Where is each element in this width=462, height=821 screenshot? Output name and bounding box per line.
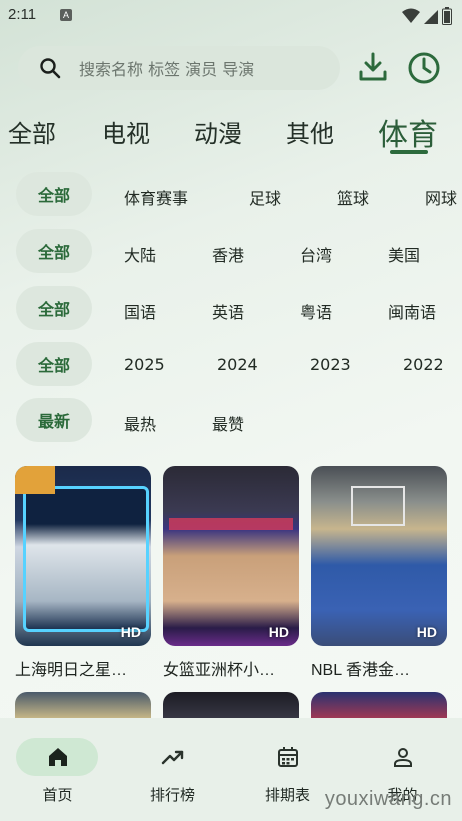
filter-option[interactable]: 美国	[388, 242, 420, 266]
signal-icon	[424, 10, 438, 24]
system-icons	[402, 7, 452, 25]
filter-row-region: 全部 大陆 香港 台湾 美国	[0, 229, 462, 275]
filter-chip-selected[interactable]: 全部	[16, 172, 92, 216]
search-placeholder: 搜索名称 标签 演员 导演	[79, 60, 255, 79]
status-bar: 2:11 A	[0, 0, 462, 32]
tab-sports[interactable]: 体育	[378, 110, 438, 154]
hd-badge: HD	[120, 624, 141, 640]
download-icon[interactable]	[356, 50, 390, 84]
filter-row-sort: 最新 最热 最赞	[0, 398, 462, 444]
filter-chip-selected[interactable]: 全部	[16, 286, 92, 330]
history-icon[interactable]	[406, 50, 442, 86]
filter-row-language: 全部 国语 英语 粤语 闽南语	[0, 286, 462, 332]
video-title: NBL 香港金…	[311, 662, 410, 679]
video-thumbnail: HD	[15, 466, 151, 646]
video-thumbnail: HD	[163, 466, 299, 646]
trending-icon	[161, 750, 184, 765]
home-icon	[49, 748, 67, 766]
filter-option[interactable]: 足球	[249, 185, 281, 209]
tab-tv[interactable]: 电视	[102, 114, 150, 149]
filter-option[interactable]: 英语	[212, 299, 244, 323]
filter-option[interactable]: 台湾	[300, 242, 332, 266]
filter-option[interactable]: 2025	[124, 355, 165, 374]
nav-home[interactable]: 首页	[0, 718, 115, 821]
video-title: 上海明日之星…	[15, 662, 128, 679]
video-card[interactable]: HD 女篮亚洲杯小…	[163, 466, 299, 680]
notification-icon: A	[60, 9, 72, 21]
video-card[interactable]: HD NBL 香港金…	[311, 466, 447, 680]
tab-all[interactable]: 全部	[8, 114, 56, 149]
filter-option[interactable]: 最赞	[212, 411, 244, 435]
nav-label: 首页	[42, 786, 73, 804]
status-time: 2:11	[8, 6, 37, 23]
filter-option[interactable]: 篮球	[337, 185, 369, 209]
watermark: youxiwang.cn	[324, 788, 452, 810]
nav-ranking[interactable]: 排行榜	[115, 718, 230, 821]
filter-option[interactable]: 2022	[403, 355, 444, 374]
filter-option[interactable]: 体育赛事	[124, 185, 188, 209]
search-bar[interactable]: 搜索名称 标签 演员 导演	[18, 46, 340, 90]
filter-option[interactable]: 闽南语	[388, 299, 436, 323]
battery-icon	[442, 7, 452, 25]
filter-row-type: 全部 体育赛事 足球 篮球 网球	[0, 172, 462, 218]
search-icon	[40, 58, 61, 79]
filter-option[interactable]: 网球	[425, 185, 457, 209]
hd-badge: HD	[416, 624, 437, 640]
filter-option[interactable]: 粤语	[300, 299, 332, 323]
filter-chip-selected[interactable]: 全部	[16, 342, 92, 386]
video-title: 女篮亚洲杯小…	[163, 662, 276, 679]
wifi-icon	[402, 8, 420, 23]
tab-anime[interactable]: 动漫	[194, 114, 242, 149]
filter-chip-selected[interactable]: 最新	[16, 398, 92, 442]
tab-indicator	[390, 150, 428, 154]
filter-row-year: 全部 2025 2024 2023 2022	[0, 342, 462, 388]
nav-label: 排行榜	[149, 786, 195, 804]
filter-option[interactable]: 香港	[212, 242, 244, 266]
filter-option[interactable]: 2023	[310, 355, 351, 374]
filter-option[interactable]: 大陆	[124, 242, 156, 266]
tab-other[interactable]: 其他	[286, 114, 334, 149]
person-icon	[394, 748, 412, 767]
filter-option[interactable]: 国语	[124, 299, 156, 323]
video-thumbnail: HD	[311, 466, 447, 646]
hd-badge: HD	[268, 624, 289, 640]
calendar-icon	[278, 747, 298, 767]
video-card[interactable]: HD 上海明日之星…	[15, 466, 151, 680]
filter-option[interactable]: 2024	[217, 355, 258, 374]
filter-chip-selected[interactable]: 全部	[16, 229, 92, 273]
filter-option[interactable]: 最热	[124, 411, 156, 435]
